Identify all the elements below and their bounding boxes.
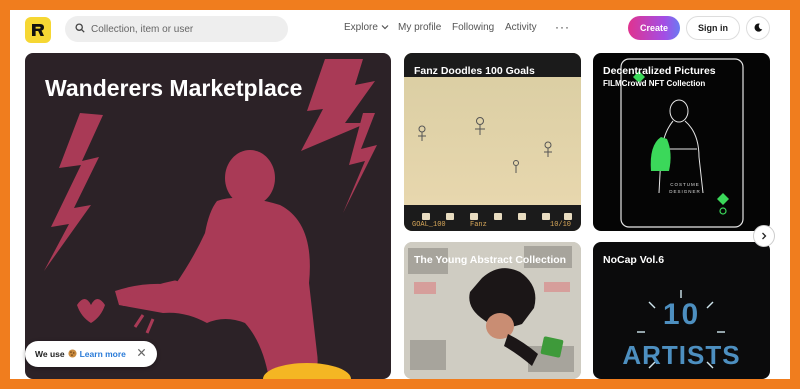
nav-explore[interactable]: Explore	[344, 22, 389, 33]
nav-explore-label: Explore	[344, 22, 378, 33]
film-caption-left: GOAL_100	[412, 221, 446, 229]
sign-in-button[interactable]: Sign in	[686, 16, 740, 40]
cookie-icon	[68, 348, 77, 360]
app-frame: Explore My profile Following Activity ··…	[10, 10, 790, 379]
card-title: Decentralized Pictures	[603, 65, 716, 77]
card-title: NoCap Vol.6	[603, 254, 665, 266]
close-icon[interactable]	[137, 348, 146, 359]
film-caption-mid: Fanz	[470, 221, 487, 229]
cookie-text: We use	[35, 349, 65, 359]
create-button[interactable]: Create	[628, 16, 680, 40]
featured-collection-title: Wanderers Marketplace	[45, 75, 303, 101]
chevron-right-icon	[760, 227, 768, 245]
more-menu-button[interactable]: ···	[555, 20, 570, 34]
artwork-text-number: 10	[662, 298, 701, 331]
nav-following[interactable]: Following	[452, 22, 494, 33]
theme-toggle-button[interactable]	[746, 16, 770, 40]
film-caption-right: 10/10	[550, 221, 572, 229]
collection-card-young-abstract[interactable]: The Young Abstract Collection	[404, 242, 581, 379]
search-bar[interactable]	[65, 16, 288, 42]
card-subtitle: FILMCrowd NFT Collection	[603, 79, 706, 88]
card-title: The Young Abstract Collection	[414, 254, 567, 266]
moon-icon	[754, 19, 763, 37]
search-input[interactable]	[91, 23, 271, 35]
carousel-next-button[interactable]	[753, 225, 775, 247]
rarible-logo-icon[interactable]	[25, 17, 51, 43]
nav-activity[interactable]: Activity	[505, 22, 537, 33]
card-title: Fanz Doodles 100 Goals	[414, 65, 535, 77]
fanz-doodles-artwork	[404, 53, 581, 231]
collection-card-decentralized-pictures[interactable]: Decentralized Pictures FILMCrowd NFT Col…	[593, 53, 770, 231]
learn-more-link[interactable]: Learn more	[80, 349, 126, 359]
chevron-down-icon	[381, 22, 389, 33]
cookie-banner: We use Learn more	[25, 341, 157, 367]
collection-card-nocap[interactable]: NoCap Vol.6 10 ARTISTS	[593, 242, 770, 379]
artwork-text-artists: ARTISTS	[622, 340, 741, 370]
featured-collection-card[interactable]: Wanderers Marketplace	[25, 53, 391, 379]
nav-my-profile[interactable]: My profile	[398, 22, 441, 33]
artwork-caption: COSTUME DESIGNER	[669, 182, 701, 194]
search-icon	[75, 20, 85, 38]
collection-card-fanz-doodles[interactable]: Fanz Doodles 100 Goals GOAL_100 Fanz 10/…	[404, 53, 581, 231]
